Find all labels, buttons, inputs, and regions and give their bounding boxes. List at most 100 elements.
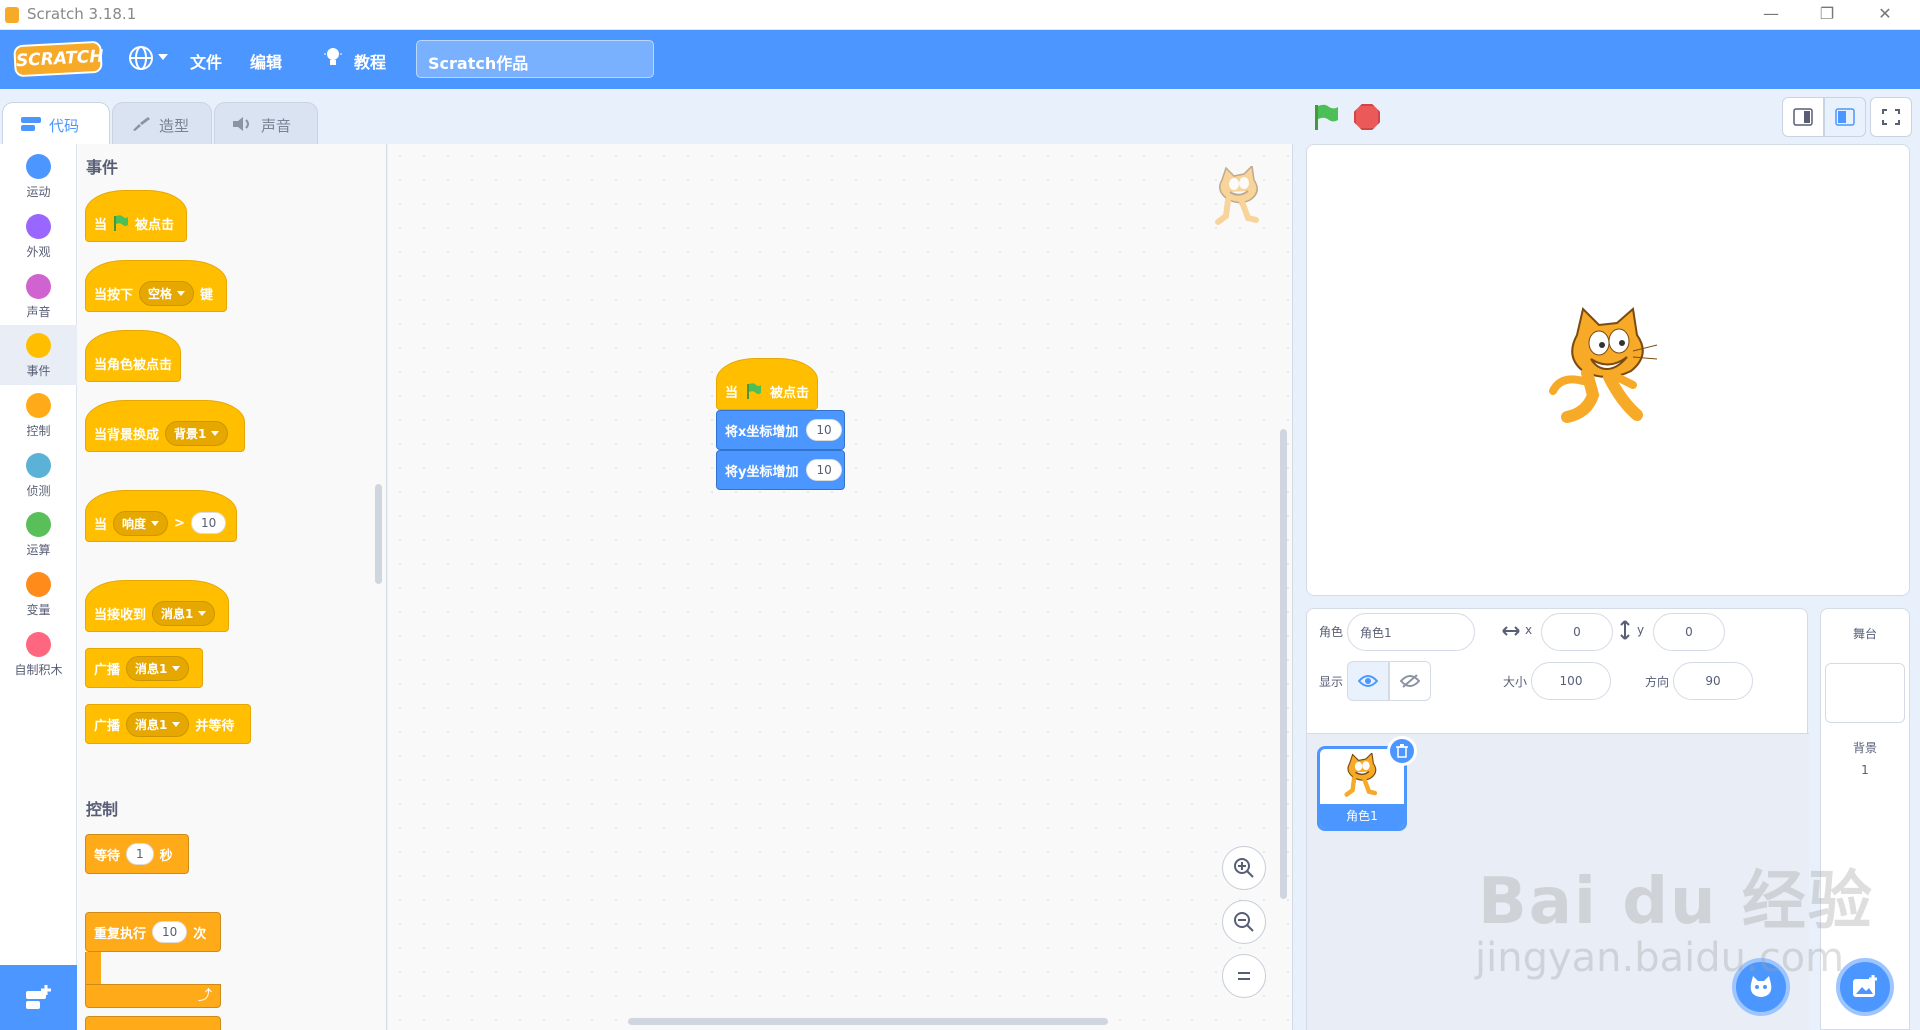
category-my-blocks[interactable]: 自制积木 [0,624,77,684]
script-change-x[interactable]: 将x坐标增加 10 [716,410,845,450]
green-flag-button[interactable] [1312,103,1340,131]
sprite-name-input[interactable]: 角色1 [1347,613,1475,651]
lightbulb-icon[interactable] [324,46,342,68]
block-broadcast-and-wait[interactable]: 广播 消息1 并等待 [85,704,251,744]
block-text: 重复执行 [94,926,147,942]
tab-costumes[interactable]: 造型 [112,102,212,144]
green-flag-icon [747,383,761,399]
add-extension-button[interactable] [0,965,77,1030]
category-variables[interactable]: 变量 [0,564,77,624]
direction-input[interactable]: 90 [1673,662,1753,700]
category-events[interactable]: 事件 [0,325,77,385]
sensor-dropdown[interactable]: 响度 [113,510,169,536]
stage-canvas[interactable] [1306,144,1910,596]
small-stage-button[interactable] [1782,97,1824,137]
size-input[interactable]: 100 [1531,662,1611,700]
choose-backdrop-button[interactable] [1836,958,1894,1016]
menu-edit[interactable]: 编辑 [250,49,282,73]
scratch-logo[interactable]: SCRATCH [13,40,104,78]
value-input[interactable]: 10 [806,419,842,441]
block-when-sprite-clicked[interactable]: 当角色被点击 [85,330,181,382]
stop-button[interactable] [1354,104,1380,130]
block-when-receive[interactable]: 当接收到 消息1 [85,580,229,632]
script-change-y[interactable]: 将y坐标增加 10 [716,450,845,490]
stage-title: 舞台 [1852,627,1877,641]
block-text: 当背景换成 [94,427,160,443]
globe-icon[interactable] [127,44,155,72]
block-when-flag-clicked[interactable]: 当 被点击 [85,190,187,242]
show-visible-button[interactable] [1347,661,1389,701]
category-label: 自制积木 [14,663,63,677]
project-title-input[interactable]: Scratch作品 [416,40,654,78]
message-dropdown[interactable]: 消息1 [126,655,190,681]
block-when-backdrop-switches[interactable]: 当背景换成 背景1 [85,400,245,452]
workspace-hscrollbar[interactable] [628,1018,1108,1025]
category-dot [26,512,51,537]
category-dot [26,154,51,179]
eye-slash-icon [1400,674,1420,688]
value-input[interactable]: 1 [126,843,154,865]
value-input[interactable]: 10 [152,921,188,943]
sprite-thumbnail-icon [1215,166,1259,225]
cat-sprite[interactable] [1547,305,1667,435]
backdrop-dropdown[interactable]: 背景1 [165,420,229,446]
x-input[interactable]: 0 [1541,613,1613,651]
palette-scrollbar[interactable] [375,484,382,584]
value-input[interactable]: 10 [190,512,227,534]
block-text: 被点击 [135,217,175,233]
watermark: Bai du 经验 [1478,865,1874,939]
show-hidden-button[interactable] [1389,661,1431,701]
code-workspace[interactable]: 当 被点击 将x坐标增加 10 将y坐标增加 10 [388,144,1293,1030]
message-dropdown[interactable]: 消息1 [152,600,216,626]
block-when-key-pressed[interactable]: 当按下 空格 键 [85,260,227,312]
block-text: 键 [200,287,214,303]
category-label: 外观 [26,245,51,259]
category-control[interactable]: 控制 [0,385,77,445]
tab-code[interactable]: 代码 [2,102,110,144]
block-palette: 事件 当 被点击 当按下 空格 键 当角色被点击 当背景换成 背景1 当 响度 … [77,144,387,1030]
category-operators[interactable]: 运算 [0,504,77,564]
tab-sounds[interactable]: 声音 [214,102,318,144]
category-dot [26,572,51,597]
category-label: 控制 [26,424,51,438]
key-dropdown[interactable]: 空格 [139,280,195,306]
category-looks[interactable]: 外观 [0,206,77,266]
restore-icon[interactable]: ❐ [1812,4,1842,23]
close-icon[interactable]: ✕ [1870,4,1900,23]
block-text: 将y坐标增加 [725,464,799,480]
workspace-vscrollbar[interactable] [1280,429,1287,899]
category-dot [26,333,51,358]
menu-tutorial[interactable]: 教程 [354,49,386,73]
value-input[interactable]: 10 [806,459,842,481]
block-forever-partial[interactable] [85,1016,221,1030]
delete-sprite-button[interactable] [1387,736,1417,766]
block-wait-seconds[interactable]: 等待 1 秒 [85,834,189,874]
zoom-reset-button[interactable] [1222,954,1266,998]
block-when-loudness-greater[interactable]: 当 响度 > 10 [85,490,237,542]
message-dropdown[interactable]: 消息1 [126,711,190,737]
tab-label: 代码 [49,117,80,135]
block-repeat[interactable]: 重复执行 10 次 [85,912,221,952]
category-label: 变量 [26,603,51,617]
zoom-out-button[interactable] [1222,900,1266,944]
block-text: 当按下 [94,287,134,303]
chevron-down-icon[interactable] [158,54,168,60]
fullscreen-button[interactable] [1870,97,1912,137]
category-motion[interactable]: 运动 [0,146,77,206]
block-text: 当 [725,385,739,401]
block-text: 广播 [94,718,121,734]
tab-label: 造型 [159,117,190,135]
normal-stage-button[interactable] [1824,97,1866,137]
direction-label: 方向 [1645,675,1670,689]
backdrop-thumbnail[interactable] [1825,663,1905,723]
category-sensing[interactable]: 侦测 [0,445,77,505]
minimize-icon[interactable]: — [1756,4,1786,23]
block-text: 当 [94,217,108,233]
category-sound[interactable]: 声音 [0,266,77,326]
block-broadcast[interactable]: 广播 消息1 [85,648,203,688]
script-when-flag-clicked[interactable]: 当 被点击 [716,358,818,410]
zoom-in-button[interactable] [1222,846,1266,890]
section-title-control: 控制 [86,800,119,819]
y-input[interactable]: 0 [1653,613,1725,651]
menu-file[interactable]: 文件 [190,49,222,73]
